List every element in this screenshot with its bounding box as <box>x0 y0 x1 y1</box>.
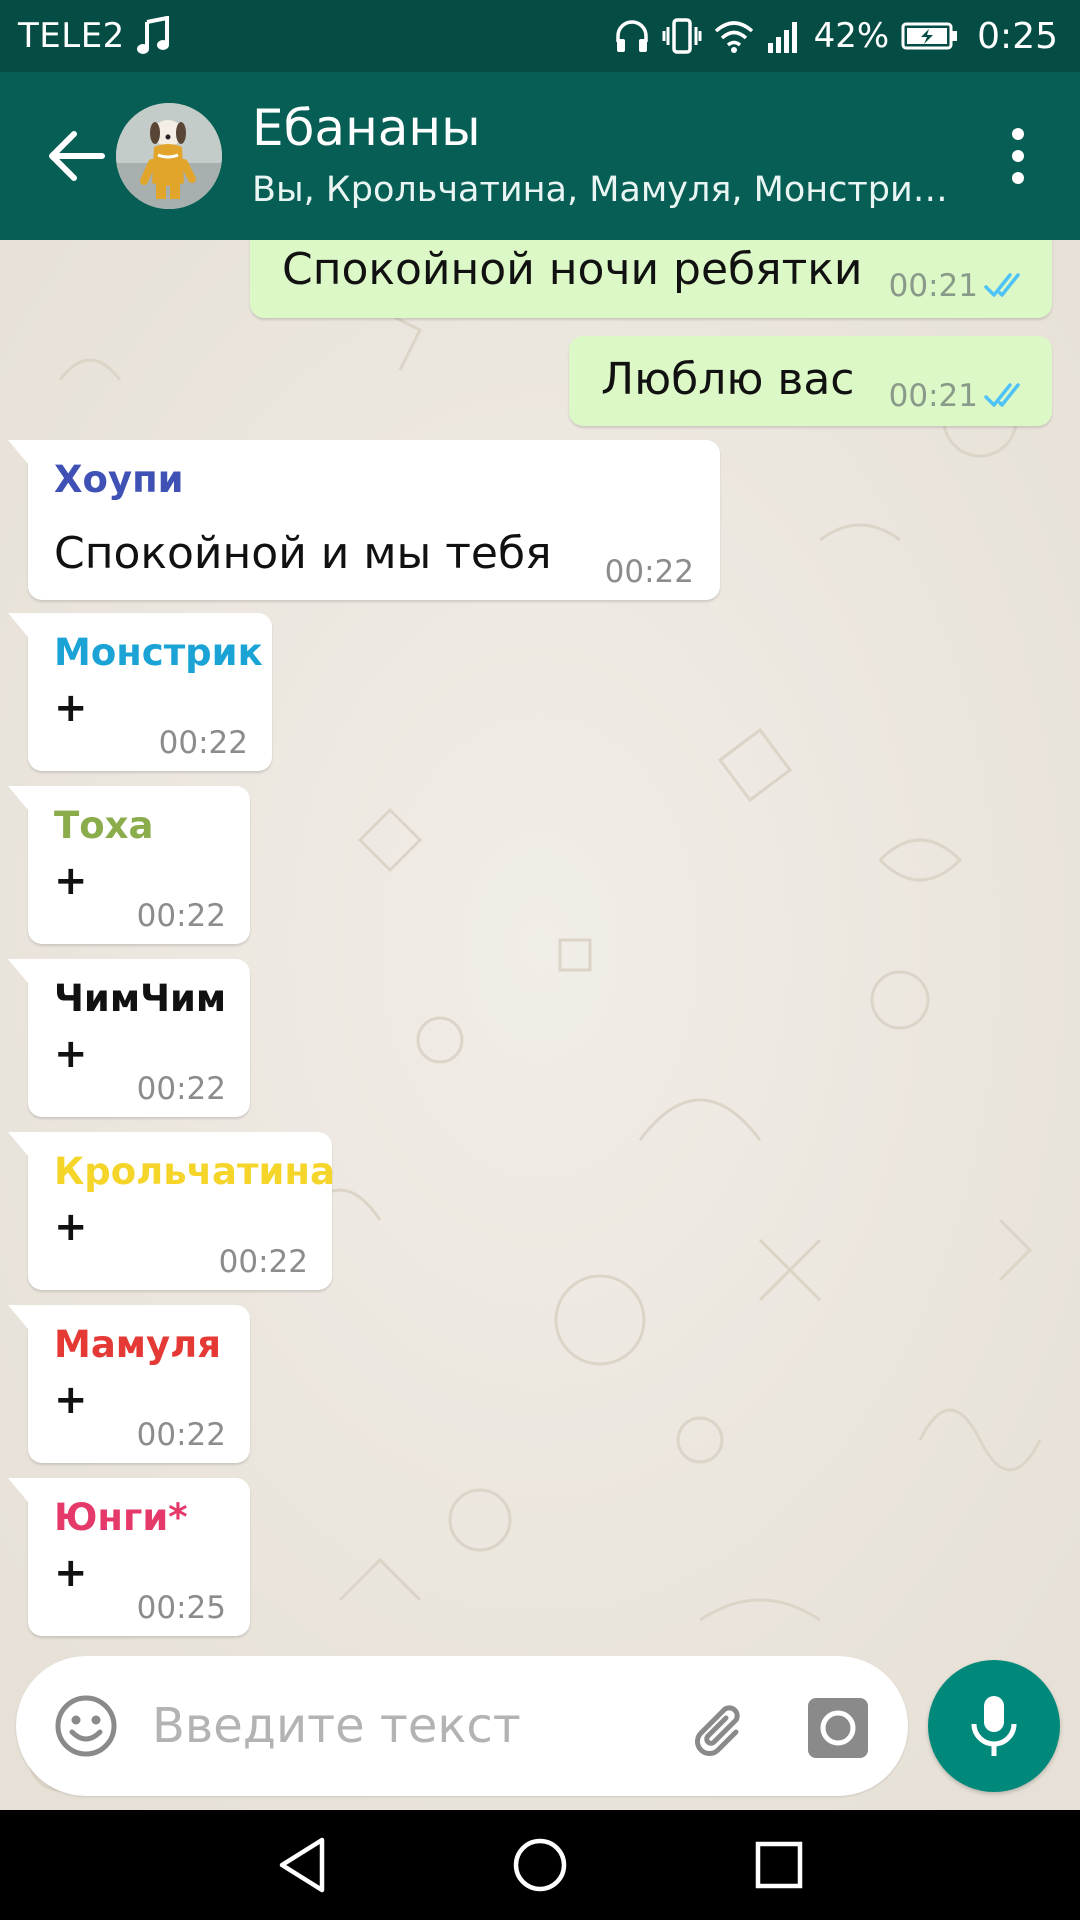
wifi-icon <box>714 19 754 53</box>
message-bubble-incoming[interactable]: Крольчатина + 00:22 <box>8 1132 335 1290</box>
message-meta: 00:21 <box>889 268 1028 304</box>
nav-recents-button[interactable] <box>746 1832 812 1898</box>
message-composer <box>16 1656 908 1796</box>
arrow-back-icon <box>49 131 105 181</box>
message-text: Люблю вас <box>601 354 855 405</box>
message-input[interactable] <box>152 1686 672 1766</box>
message-text: + <box>54 858 88 904</box>
battery-percent: 42% <box>813 16 890 56</box>
headphones-icon <box>614 18 650 54</box>
nav-home-icon <box>513 1838 567 1892</box>
microphone-icon <box>971 1696 1017 1756</box>
chat-members: Вы, Крольчатина, Мамуля, Монстри… <box>252 170 948 210</box>
message-meta: 00:21 <box>889 378 1028 414</box>
message-time: 00:21 <box>888 378 978 414</box>
more-vert-icon <box>1012 128 1024 140</box>
back-button[interactable] <box>36 116 116 196</box>
attach-button[interactable] <box>684 1694 756 1766</box>
message-time: 00:22 <box>136 1071 226 1107</box>
battery-charging-icon <box>901 21 959 51</box>
message-time: 00:21 <box>888 268 978 304</box>
vibrate-icon <box>662 17 702 55</box>
voice-message-button[interactable] <box>928 1660 1060 1792</box>
message-bubble-incoming[interactable]: Монстрик + 00:22 <box>8 613 272 771</box>
message-time: 00:22 <box>136 898 226 934</box>
message-list[interactable]: Спокойной ночи ребятки 00:21 Люблю вас 0… <box>0 240 1080 1810</box>
message-meta: 00:22 <box>219 1244 308 1280</box>
carrier-label: TELE2 <box>18 16 125 56</box>
sender-name: Монстрик <box>54 631 263 674</box>
sender-name: Тоха <box>54 804 154 847</box>
message-meta: 00:22 <box>159 725 248 761</box>
message-text: + <box>54 1377 88 1423</box>
sender-name: Крольчатина <box>54 1150 335 1193</box>
message-text: + <box>54 1031 88 1077</box>
message-bubble-incoming[interactable]: ЧимЧим + 00:22 <box>8 959 250 1117</box>
message-meta: 00:25 <box>137 1590 226 1626</box>
nav-back-icon <box>279 1837 325 1893</box>
message-meta: 00:22 <box>137 1417 226 1453</box>
message-bubble-incoming[interactable]: Мамуля + 00:22 <box>8 1305 250 1463</box>
sender-name: Юнги* <box>54 1496 188 1539</box>
emoji-icon <box>55 1695 117 1757</box>
message-meta: 00:22 <box>605 554 694 590</box>
emoji-button[interactable] <box>50 1690 122 1762</box>
sender-name: Мамуля <box>54 1323 222 1366</box>
status-left: TELE2 <box>18 16 171 56</box>
message-bubble-outgoing[interactable]: Спокойной ночи ребятки 00:21 <box>250 240 1052 318</box>
message-time: 00:25 <box>136 1590 226 1626</box>
chat-info[interactable]: Ебананы Вы, Крольчатина, Мамуля, Монстри… <box>252 98 986 214</box>
message-text: Спокойной и мы тебя <box>54 528 552 579</box>
message-text: + <box>54 1550 88 1596</box>
message-meta: 00:22 <box>137 898 226 934</box>
message-bubble-incoming[interactable]: Тоха + 00:22 <box>8 786 250 944</box>
camera-button[interactable] <box>806 1696 870 1760</box>
sender-name: Хоупи <box>54 458 184 501</box>
read-receipt-icon <box>984 381 1028 411</box>
chat-header: Ебананы Вы, Крольчатина, Мамуля, Монстри… <box>0 72 1080 240</box>
sender-name: ЧимЧим <box>54 977 227 1020</box>
group-avatar[interactable] <box>116 103 222 209</box>
message-text: Спокойной ночи ребятки <box>282 244 863 295</box>
message-bubble-incoming[interactable]: Юнги* + 00:25 <box>8 1478 250 1636</box>
message-time: 00:22 <box>604 554 694 590</box>
more-options-button[interactable] <box>986 111 1050 201</box>
read-receipt-icon <box>984 271 1028 301</box>
chat-title: Ебананы <box>252 99 481 157</box>
message-text: + <box>54 1204 88 1250</box>
music-note-icon <box>136 16 171 56</box>
system-navigation-bar <box>0 1810 1080 1920</box>
status-bar: TELE2 42% 0:25 <box>0 0 1080 72</box>
message-meta: 00:22 <box>137 1071 226 1107</box>
nav-back-button[interactable] <box>268 1832 334 1898</box>
signal-icon <box>766 19 802 53</box>
message-time: 00:22 <box>218 1244 308 1280</box>
message-text: + <box>54 685 88 731</box>
message-time: 00:22 <box>136 1417 226 1453</box>
message-bubble-incoming[interactable]: Хоупи Спокойной и мы тебя 00:22 <box>8 440 720 600</box>
status-right: 42% 0:25 <box>614 16 1058 57</box>
nav-recents-icon <box>755 1841 803 1889</box>
paperclip-icon <box>695 1705 740 1756</box>
message-time: 00:22 <box>158 725 248 761</box>
status-time: 0:25 <box>977 15 1058 57</box>
message-bubble-outgoing[interactable]: Люблю вас 00:21 <box>569 336 1052 426</box>
camera-icon <box>808 1698 868 1758</box>
nav-home-button[interactable] <box>507 1832 573 1898</box>
